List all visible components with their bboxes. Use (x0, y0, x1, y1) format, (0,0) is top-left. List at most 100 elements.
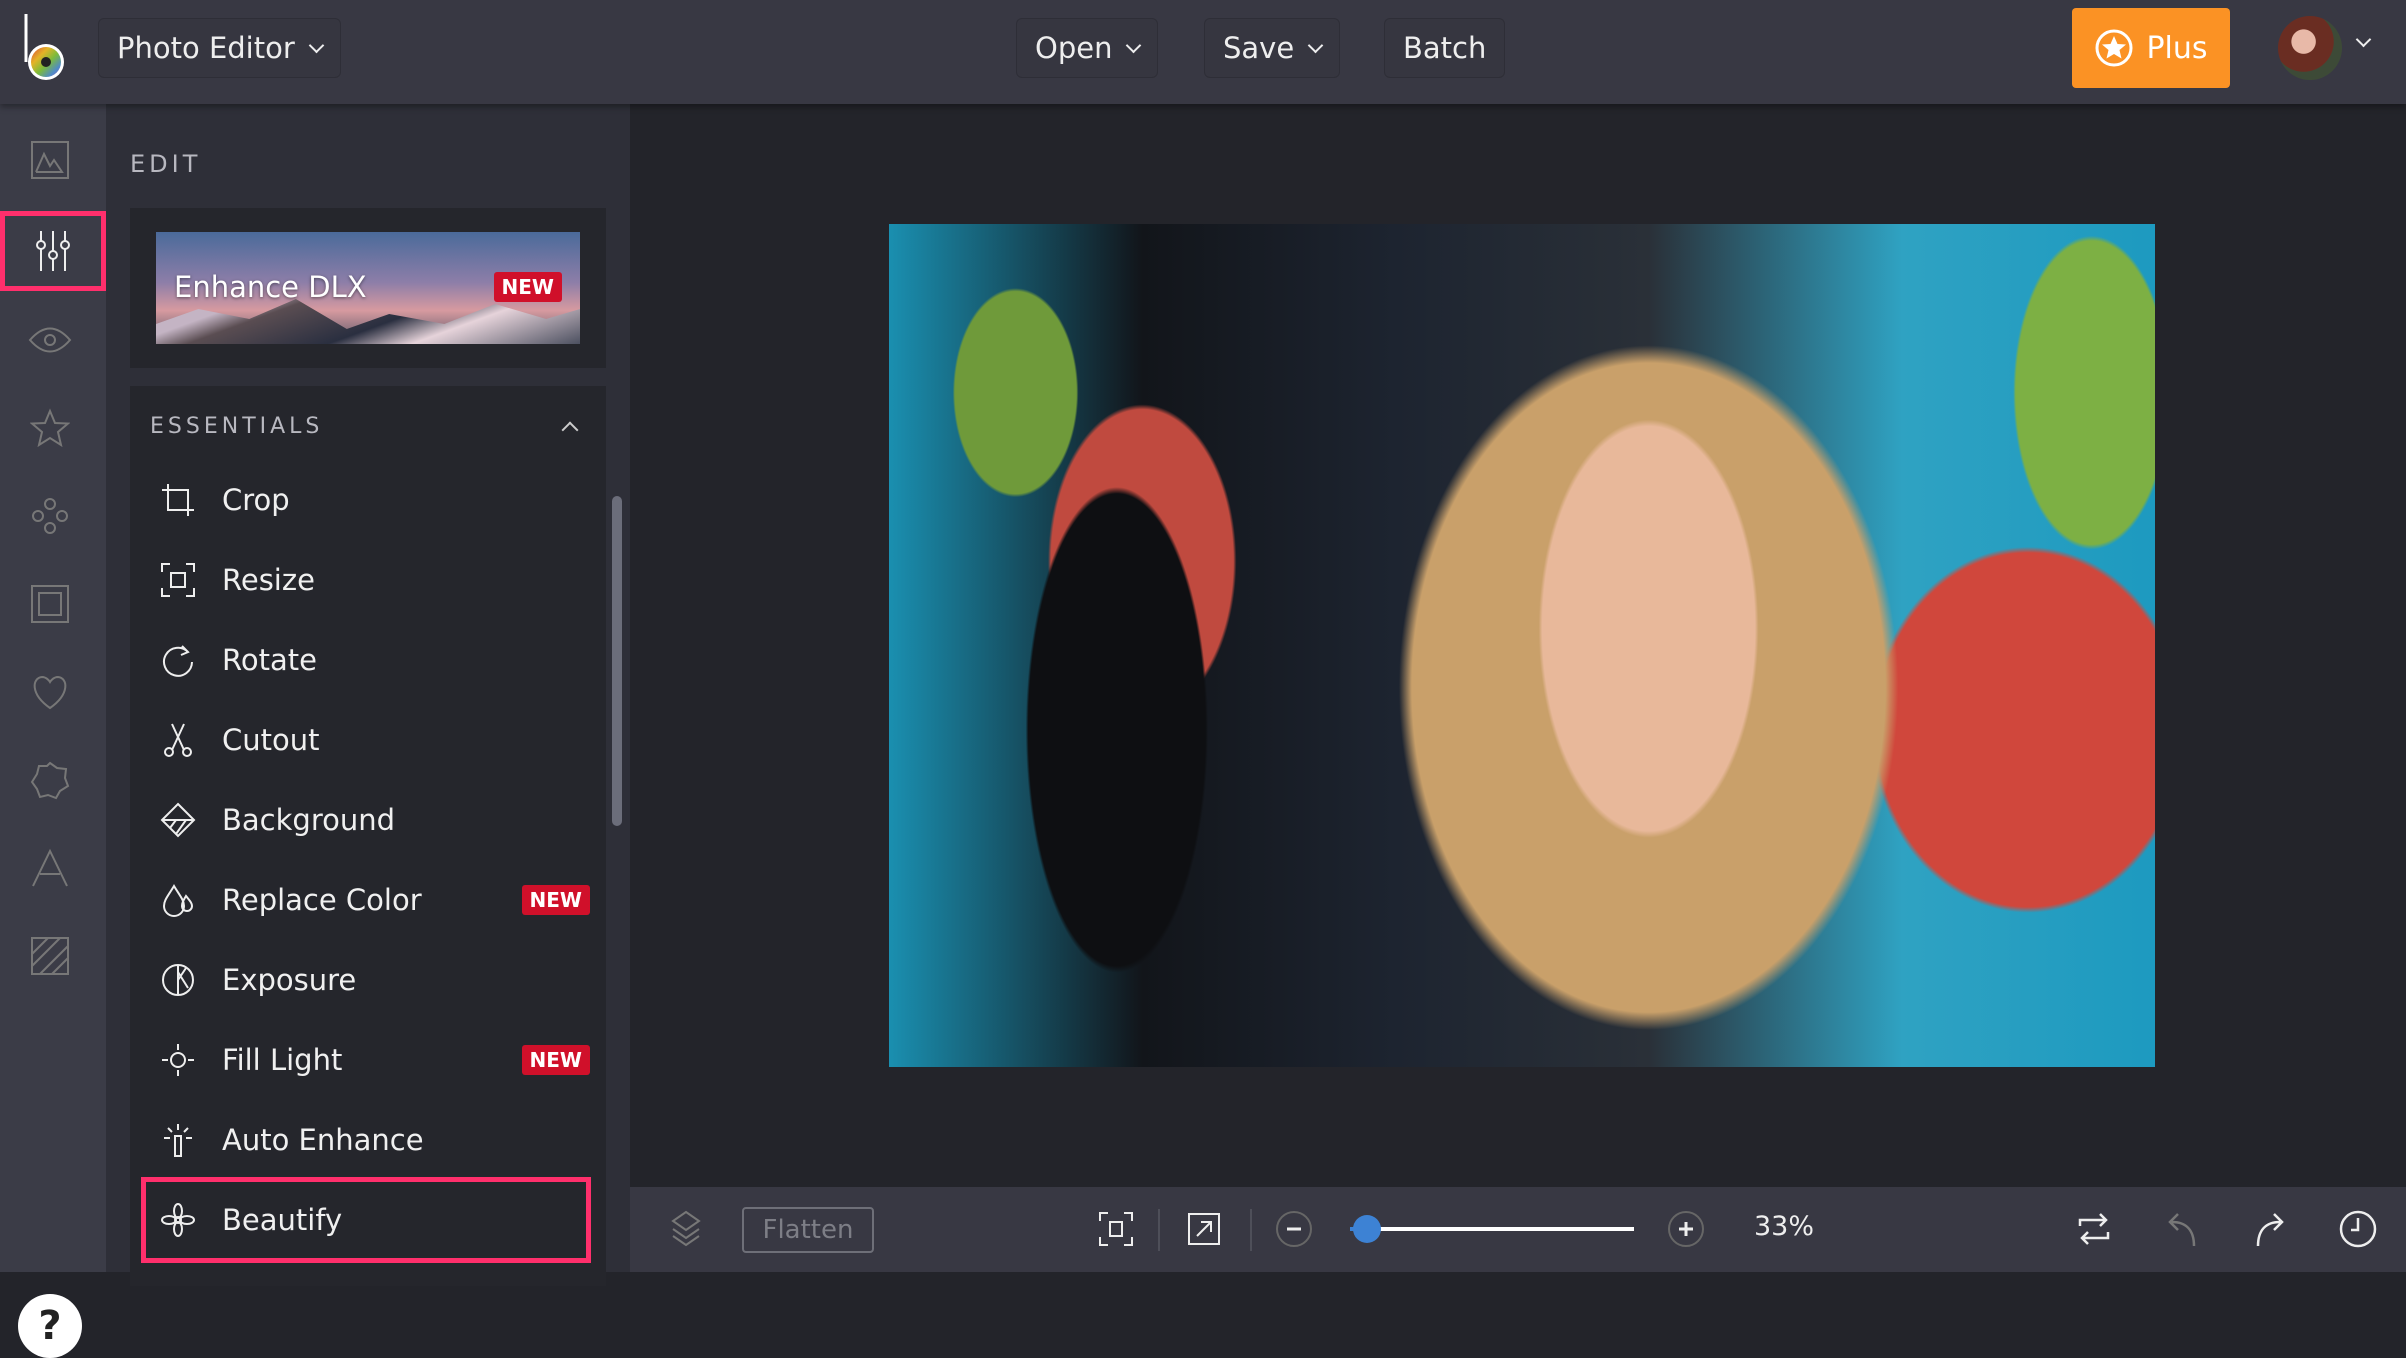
tool-exposure[interactable]: Exposure (130, 940, 606, 1020)
chevron-up-icon[interactable] (561, 421, 579, 439)
layers-button[interactable] (664, 1207, 708, 1251)
zoom-level: 33% (1754, 1211, 1815, 1242)
tool-background[interactable]: Background (130, 780, 606, 860)
tool-resize[interactable]: Resize (130, 540, 606, 620)
open-button[interactable]: Open (1016, 18, 1159, 78)
zoom-out-button[interactable] (1272, 1207, 1316, 1251)
plus-button[interactable]: Plus (2072, 8, 2230, 88)
avatar[interactable] (2278, 16, 2342, 80)
compare-button[interactable] (2072, 1207, 2116, 1251)
rail-overlays[interactable] (20, 750, 80, 810)
tool-label: Fill Light (222, 1043, 343, 1077)
flatten-button[interactable]: Flatten (742, 1207, 874, 1253)
chevron-down-icon (308, 37, 325, 53)
zoom-in-button[interactable] (1664, 1207, 1708, 1251)
eye-icon (28, 327, 72, 353)
image-icon (31, 141, 69, 179)
tool-label: Resize (222, 563, 315, 597)
enhance-dlx-card: Enhance DLX NEW (130, 208, 606, 368)
divider (1158, 1209, 1160, 1251)
chevron-down-icon (1307, 37, 1324, 53)
rail-frames[interactable] (20, 574, 80, 634)
menu-label: Photo Editor (117, 31, 295, 65)
essentials-section: ESSENTIALS Crop Resize Rotate Cutout Backgro… (130, 386, 606, 1286)
text-icon (32, 848, 68, 887)
beautify-icon (161, 1203, 195, 1237)
expand-icon (1188, 1213, 1220, 1245)
background-icon (160, 802, 196, 838)
drops-icon (162, 884, 194, 917)
save-button[interactable]: Save (1204, 18, 1341, 78)
help-button[interactable]: ? (18, 1294, 82, 1358)
left-rail: ? (0, 104, 106, 1358)
rail-text[interactable] (20, 838, 80, 898)
essentials-header: ESSENTIALS (150, 414, 324, 439)
tool-label: Cutout (222, 723, 320, 757)
tool-label: Crop (222, 483, 290, 517)
plus-label: Plus (2146, 30, 2208, 66)
zoom-slider[interactable] (1350, 1215, 1634, 1243)
clock-icon (2339, 1210, 2377, 1248)
open-label: Open (1035, 31, 1113, 65)
rotate-icon (163, 645, 193, 677)
tool-label: Replace Color (222, 883, 422, 917)
photo-editor-menu[interactable]: Photo Editor (98, 18, 341, 78)
history-button[interactable] (2336, 1207, 2380, 1251)
minus-icon (1276, 1211, 1312, 1247)
panel-title: EDIT (130, 150, 202, 178)
plus-icon (1668, 1211, 1704, 1247)
heart-icon (33, 675, 67, 710)
rail-artsy[interactable] (20, 486, 80, 546)
rail-edit[interactable] (0, 211, 106, 291)
star-icon (30, 408, 70, 448)
redo-icon (2256, 1213, 2284, 1247)
top-bar: Photo Editor Open Save Batch Plus (0, 0, 2406, 104)
resize-icon (161, 563, 195, 597)
rail-textures[interactable] (20, 926, 80, 986)
tool-replace-color[interactable]: Replace Color NEW (130, 860, 606, 940)
rail-effects[interactable] (20, 398, 80, 458)
tool-auto-enhance[interactable]: Auto Enhance (130, 1100, 606, 1180)
redo-button[interactable] (2248, 1207, 2292, 1251)
tool-label: Beautify (222, 1203, 343, 1237)
tool-label: Auto Enhance (222, 1123, 424, 1157)
batch-button[interactable]: Batch (1384, 18, 1506, 78)
scissors-icon (164, 723, 192, 757)
layers-icon (671, 1210, 701, 1247)
actual-size-button[interactable] (1182, 1207, 1226, 1251)
divider (1250, 1209, 1252, 1251)
badge-icon (30, 761, 70, 800)
undo-button[interactable] (2160, 1207, 2204, 1251)
fit-screen-icon (1099, 1212, 1133, 1246)
tool-crop[interactable]: Crop (130, 460, 606, 540)
new-badge: NEW (493, 272, 562, 302)
tool-beautify[interactable]: Beautify (141, 1177, 591, 1263)
rail-touchup[interactable] (20, 310, 80, 370)
chevron-down-icon (1126, 37, 1142, 53)
fit-screen-button[interactable] (1094, 1207, 1138, 1251)
tool-label: Rotate (222, 643, 317, 677)
crop-icon (162, 484, 194, 516)
sliders-icon (36, 231, 70, 271)
bottom-toolbar: Flatten 33% (630, 1187, 2406, 1272)
enhance-dlx-banner[interactable]: Enhance DLX NEW (156, 232, 580, 344)
exposure-icon (162, 964, 194, 996)
promo-title: Enhance DLX (174, 270, 367, 304)
tool-fill-light[interactable]: Fill Light NEW (130, 1020, 606, 1100)
panel-scrollbar[interactable] (612, 496, 622, 826)
new-badge: NEW (521, 1045, 590, 1075)
tool-rotate[interactable]: Rotate (130, 620, 606, 700)
zoom-slider-handle[interactable] (1353, 1215, 1382, 1243)
texture-icon (31, 937, 69, 975)
magic-wand-icon (164, 1124, 192, 1157)
photo-canvas[interactable] (889, 224, 2155, 1067)
rail-graphics[interactable] (20, 662, 80, 722)
tool-label: Exposure (222, 963, 357, 997)
account-chevron-icon[interactable] (2355, 31, 2372, 48)
new-badge: NEW (521, 885, 590, 915)
fill-light-icon (162, 1044, 194, 1076)
tool-cutout[interactable]: Cutout (130, 700, 606, 780)
befunky-logo[interactable] (18, 12, 78, 84)
frame-icon (31, 585, 69, 623)
rail-image[interactable] (20, 130, 80, 190)
